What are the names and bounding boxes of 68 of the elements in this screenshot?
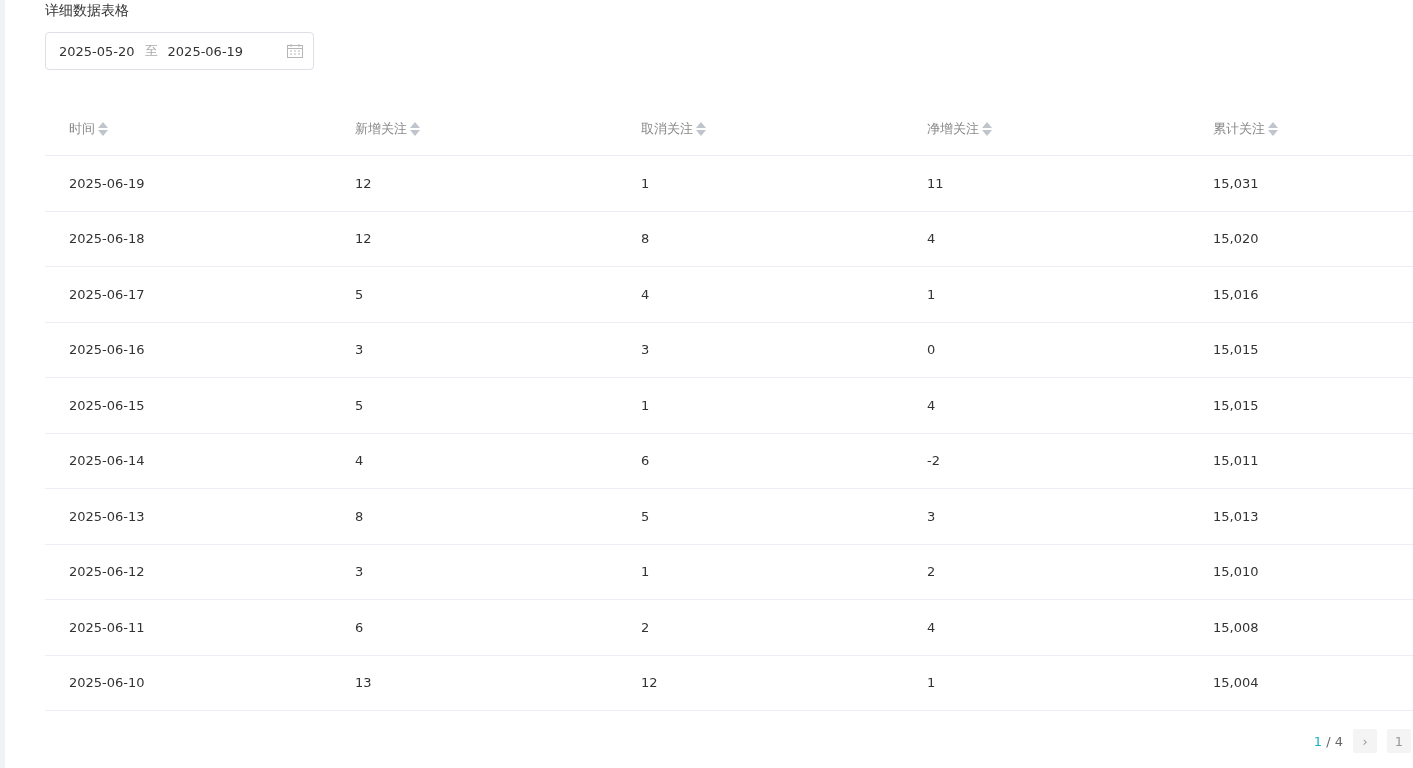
table-cell: 1 bbox=[641, 564, 650, 580]
page-jump-button[interactable]: 1 bbox=[1387, 729, 1411, 753]
sort-icon[interactable] bbox=[696, 121, 706, 137]
sort-icon[interactable] bbox=[1268, 121, 1278, 137]
table-cell: 2025-06-12 bbox=[69, 564, 145, 580]
table-cell: 12 bbox=[355, 175, 372, 191]
total-pages: 4 bbox=[1334, 733, 1343, 749]
table-cell: -2 bbox=[927, 453, 940, 469]
table-cell: 5 bbox=[355, 286, 364, 302]
table-cell: 15,004 bbox=[1213, 675, 1259, 691]
table-cell: 8 bbox=[641, 231, 650, 247]
table-cell: 5 bbox=[355, 397, 364, 413]
table-cell: 8 bbox=[355, 508, 364, 524]
table-cell: 12 bbox=[355, 231, 372, 247]
table-cell: 15,010 bbox=[1213, 564, 1259, 580]
table-cell: 15,031 bbox=[1213, 175, 1259, 191]
sort-icon[interactable] bbox=[410, 121, 420, 137]
column-header: 净增关注 bbox=[927, 120, 979, 138]
table-cell: 15,008 bbox=[1213, 619, 1259, 635]
section-title: 详细数据表格 bbox=[45, 1, 130, 20]
table-cell: 4 bbox=[927, 619, 936, 635]
table-cell: 4 bbox=[927, 397, 936, 413]
calendar-icon[interactable] bbox=[287, 44, 303, 58]
table-cell: 2025-06-18 bbox=[69, 231, 145, 247]
table-cell: 4 bbox=[927, 231, 936, 247]
table-cell: 4 bbox=[641, 286, 650, 302]
date-range-field[interactable]: 2025-05-20 至 2025-06-19 bbox=[45, 32, 314, 70]
table-cell: 3 bbox=[641, 342, 650, 358]
table-cell: 2025-06-14 bbox=[69, 453, 145, 469]
table-cell: 2 bbox=[641, 619, 650, 635]
table-cell: 2025-06-15 bbox=[69, 397, 145, 413]
column-header: 取消关注 bbox=[641, 120, 693, 138]
table-cell: 15,011 bbox=[1213, 453, 1259, 469]
table-cell: 1 bbox=[927, 286, 936, 302]
table-cell: 2 bbox=[927, 564, 936, 580]
column-header: 时间 bbox=[69, 120, 95, 138]
table-cell: 1 bbox=[927, 675, 936, 691]
page-separator: / bbox=[1326, 733, 1331, 749]
table-cell: 6 bbox=[355, 619, 364, 635]
table-cell: 1 bbox=[641, 175, 650, 191]
table-cell: 3 bbox=[355, 342, 364, 358]
sort-icon[interactable] bbox=[98, 121, 108, 137]
table-cell: 3 bbox=[927, 508, 936, 524]
next-page-button[interactable]: › bbox=[1353, 729, 1377, 753]
table-cell: 1 bbox=[641, 397, 650, 413]
table-cell: 2025-06-16 bbox=[69, 342, 145, 358]
table-cell: 5 bbox=[641, 508, 650, 524]
table-cell: 12 bbox=[641, 675, 658, 691]
table-cell: 15,016 bbox=[1213, 286, 1259, 302]
table-cell: 4 bbox=[355, 453, 364, 469]
table-cell: 2025-06-19 bbox=[69, 175, 145, 191]
table-cell: 11 bbox=[927, 175, 944, 191]
table-cell: 0 bbox=[927, 342, 936, 358]
table-cell: 2025-06-13 bbox=[69, 508, 145, 524]
column-header: 累计关注 bbox=[1213, 120, 1265, 138]
table-cell: 15,015 bbox=[1213, 397, 1259, 413]
table-cell: 15,013 bbox=[1213, 508, 1259, 524]
table-cell: 13 bbox=[355, 675, 372, 691]
table-cell: 3 bbox=[355, 564, 364, 580]
table-cell: 6 bbox=[641, 453, 650, 469]
table-cell: 15,020 bbox=[1213, 231, 1259, 247]
table-cell: 15,015 bbox=[1213, 342, 1259, 358]
table-cell: 2025-06-11 bbox=[69, 619, 145, 635]
current-page: 1 bbox=[1313, 733, 1323, 749]
column-header: 新增关注 bbox=[355, 120, 407, 138]
table-cell: 2025-06-17 bbox=[69, 286, 145, 302]
sort-icon[interactable] bbox=[982, 121, 992, 137]
table-cell: 2025-06-10 bbox=[69, 675, 145, 691]
